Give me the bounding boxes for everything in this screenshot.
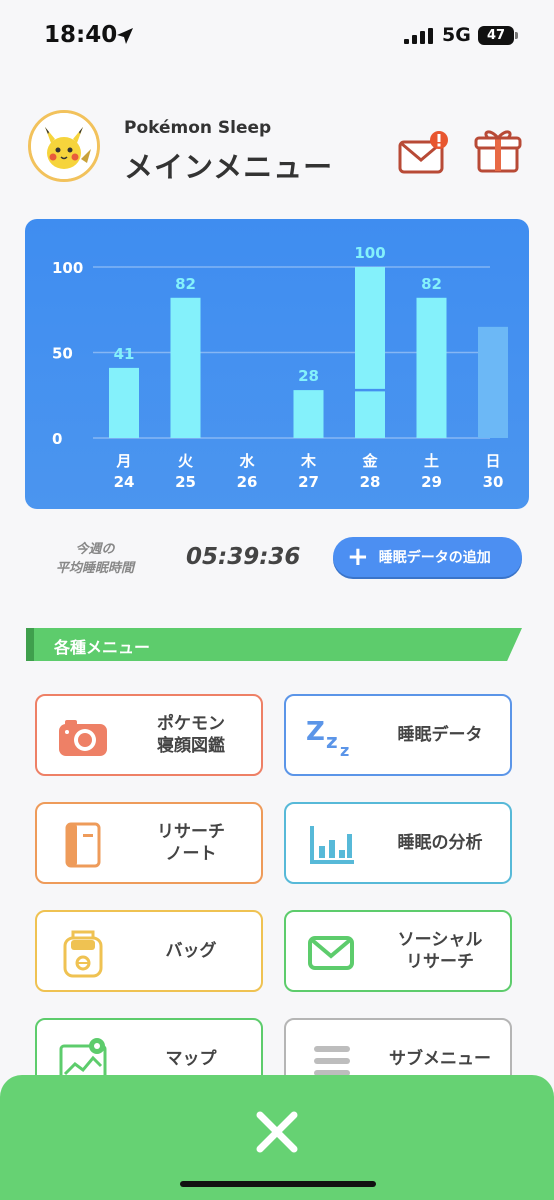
menu-sleep-analysis[interactable]: 睡眠の分析	[284, 802, 512, 884]
x-tick-label: 木	[300, 452, 317, 470]
gift-icon[interactable]	[474, 126, 522, 174]
x-date-label: 26	[237, 473, 258, 491]
mail-icon[interactable]	[398, 130, 450, 176]
bar-chart-icon	[310, 826, 354, 864]
home-indicator	[180, 1181, 376, 1187]
data-label: 100	[354, 244, 385, 262]
data-label: 82	[421, 275, 442, 293]
x-tick-label: 土	[424, 452, 439, 470]
battery-cap	[515, 32, 518, 39]
battery-level: 47	[486, 28, 506, 43]
x-date-label: 30	[483, 473, 504, 491]
page-title: メインメニュー	[124, 150, 334, 184]
weekly-label-text: 今週の 平均睡眠時間	[55, 542, 134, 576]
location-arrow-icon	[117, 28, 133, 44]
menu-label: バッグ	[165, 941, 217, 961]
y-tick-label: 0	[52, 430, 62, 448]
menu-label: 睡眠の分析	[397, 833, 483, 853]
x-date-label: 27	[298, 473, 319, 491]
battery-icon: 47	[478, 26, 514, 45]
x-date-label: 28	[360, 473, 381, 491]
close-icon[interactable]	[250, 1105, 304, 1159]
data-label: 28	[298, 367, 319, 385]
x-tick-label: 日	[485, 452, 500, 470]
status-time: 18:40	[44, 22, 118, 48]
x-tick-label: 水	[239, 452, 255, 470]
x-tick-label: 金	[361, 452, 378, 470]
signal-icon	[404, 28, 433, 44]
chart-bar	[416, 297, 447, 438]
section-header: 各種メニュー	[26, 628, 522, 661]
avatar[interactable]	[28, 110, 100, 182]
x-date-label: 29	[421, 473, 442, 491]
x-tick-label: 月	[115, 452, 131, 470]
app-name: Pokémon Sleep	[124, 118, 272, 138]
notebook-icon	[65, 822, 101, 868]
svg-text:Z: Z	[306, 717, 325, 747]
sleep-score-chart[interactable]: 0 50 100 41 月 24 82 火 25 水 26 28 木 27 100 金 28 82 土 29 日 30	[25, 219, 529, 509]
chart-bar	[170, 297, 201, 438]
menu-bag[interactable]: バッグ	[35, 910, 263, 992]
add-sleep-data-button[interactable]: + 睡眠データの追加	[333, 537, 522, 577]
menu-sleep-data[interactable]: Z z z 睡眠データ	[284, 694, 512, 776]
section-accent	[26, 628, 34, 661]
status-bar: 18:40 5G 47	[0, 0, 554, 70]
chart-bar	[478, 326, 508, 438]
menu-social-research[interactable]: ソーシャル リサーチ	[284, 910, 512, 992]
x-date-label: 24	[114, 473, 135, 491]
camera-icon	[59, 720, 107, 756]
chart-svg: 0 50 100 41 月 24 82 火 25 水 26 28 木 27 100 金 28 82 土 29 日 30	[52, 244, 508, 491]
add-sleep-data-label: 睡眠データの追加	[378, 550, 491, 566]
zzz-icon: Z z z	[306, 717, 349, 760]
menu-label: 睡眠データ	[397, 725, 483, 745]
data-label: 41	[114, 345, 135, 363]
x-date-label: 25	[175, 473, 196, 491]
weekly-average-label: 今週の 平均睡眠時間	[40, 540, 150, 578]
menu-label: ポケモン 寝顔図鑑	[157, 714, 225, 756]
section-title: 各種メニュー	[54, 638, 151, 657]
y-tick-label: 50	[52, 345, 73, 363]
pikachu-avatar-icon	[31, 113, 97, 179]
chart-bar	[355, 267, 385, 438]
svg-text:z: z	[326, 729, 338, 753]
x-tick-label: 火	[178, 452, 194, 470]
menu-pokemon-sleep-style-dex[interactable]: ポケモン 寝顔図鑑	[35, 694, 263, 776]
chart-bar	[293, 390, 324, 438]
chart-bar	[109, 367, 139, 438]
network-label: 5G	[442, 24, 471, 46]
weekly-average-time: 05:39:36	[186, 544, 301, 570]
svg-text:z: z	[340, 741, 349, 760]
y-tick-label: 100	[52, 259, 83, 277]
bag-icon	[63, 930, 103, 978]
plus-icon: +	[347, 542, 369, 572]
envelope-icon	[308, 936, 354, 970]
menu-research-notes[interactable]: リサーチ ノート	[35, 802, 263, 884]
menu-label: リサーチ ノート	[157, 822, 225, 864]
data-label: 82	[175, 275, 196, 293]
bottom-bar	[0, 1075, 554, 1200]
menu-label: ソーシャル リサーチ	[397, 930, 483, 972]
